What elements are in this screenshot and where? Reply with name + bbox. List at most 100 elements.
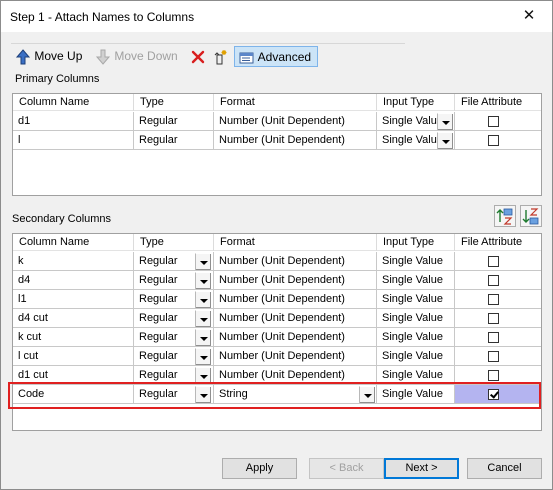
cell-format[interactable]: Number (Unit Dependent) <box>214 112 377 131</box>
advanced-label: Advanced <box>257 50 312 64</box>
cell-input-type[interactable]: Single Value <box>377 328 455 347</box>
primary-grid-header: Column Name Type Format Input Type File … <box>13 94 541 111</box>
cell-type[interactable]: Regular <box>134 309 214 328</box>
table-row[interactable]: k cut Regular Number (Unit Dependent) Singl… <box>13 328 541 347</box>
chevron-down-icon[interactable] <box>195 348 211 365</box>
table-row[interactable]: k Regular Number (Unit Dependent) Single Va… <box>13 252 541 271</box>
delete-button[interactable] <box>191 46 205 67</box>
cell-type[interactable]: Regular <box>134 328 214 347</box>
chevron-down-icon[interactable] <box>195 291 211 308</box>
cell-input-type[interactable]: Single Value <box>377 309 455 328</box>
cell-column-name[interactable]: l <box>13 131 134 150</box>
arrow-up-icon <box>15 49 31 65</box>
chevron-down-icon[interactable] <box>437 113 453 130</box>
move-down-button[interactable]: Move Down <box>95 46 178 67</box>
header-type: Type <box>134 94 214 111</box>
cell-input-type[interactable]: Single Value <box>377 347 455 366</box>
cell-type[interactable]: Regular <box>134 112 214 131</box>
table-row[interactable]: l1 Regular Number (Unit Dependent) Single V… <box>13 290 541 309</box>
table-row[interactable]: d4 Regular Number (Unit Dependent) Single V… <box>13 271 541 290</box>
cell-column-name[interactable]: l1 <box>13 290 134 309</box>
cell-format-value: Number (Unit Dependent) <box>219 350 345 362</box>
cell-input-type-value: Single Value <box>382 274 443 286</box>
arrow-down-icon <box>95 49 111 65</box>
input-type-value: Single Value <box>382 115 443 127</box>
apply-button[interactable]: Apply <box>222 458 297 479</box>
cell-column-name-value: l1 <box>18 293 27 305</box>
cell-input-type-value: Single Value <box>382 369 443 381</box>
cell-column-name[interactable]: k cut <box>13 328 134 347</box>
chevron-down-icon[interactable] <box>437 132 453 149</box>
table-row[interactable]: d4 cut Regular Number (Unit Dependent) Sing… <box>13 309 541 328</box>
cell-input-type-value: Single Value <box>382 293 443 305</box>
toolbar: Move Up Move Down Advanced <box>11 43 405 67</box>
cell-format-value: Number (Unit Dependent) <box>219 369 345 381</box>
file-attribute-checkbox[interactable] <box>488 135 499 146</box>
file-attribute-checkbox[interactable] <box>488 313 499 324</box>
chevron-down-icon[interactable] <box>195 310 211 327</box>
primary-columns-label: Primary Columns <box>15 73 100 85</box>
cell-input-type[interactable]: Single Value <box>377 252 455 271</box>
back-button[interactable]: < Back <box>309 458 384 479</box>
file-attribute-checkbox[interactable] <box>488 351 499 362</box>
file-attribute-checkbox[interactable] <box>488 116 499 127</box>
cell-file-attribute <box>455 309 541 328</box>
cell-format[interactable]: Number (Unit Dependent) <box>214 328 377 347</box>
next-button[interactable]: Next > <box>384 458 459 479</box>
cell-column-name[interactable]: d4 cut <box>13 309 134 328</box>
file-attribute-checkbox[interactable] <box>488 370 499 381</box>
sort-descending-icon <box>522 208 539 225</box>
cell-input-type[interactable]: Single Value <box>377 131 455 150</box>
cell-type[interactable]: Regular <box>134 347 214 366</box>
cell-input-type[interactable]: Single Value <box>377 290 455 309</box>
table-row[interactable]: l cut Regular Number (Unit Dependent) Singl… <box>13 347 541 366</box>
header-column-name: Column Name <box>13 234 134 251</box>
cell-type-value: Regular <box>139 293 178 305</box>
cell-type-value: Regular <box>139 274 178 286</box>
cell-format[interactable]: Number (Unit Dependent) <box>214 271 377 290</box>
table-row[interactable]: l Regular Number (Unit Dependent) Single… <box>13 131 541 150</box>
dialog-title: Step 1 - Attach Names to Columns <box>10 10 195 24</box>
cell-column-name-value: l cut <box>18 350 39 362</box>
file-attribute-checkbox[interactable] <box>488 294 499 305</box>
cell-column-name[interactable]: d1 <box>13 112 134 131</box>
cell-type[interactable]: Regular <box>134 131 214 150</box>
cell-input-type[interactable]: Single Value <box>377 271 455 290</box>
cell-type[interactable]: Regular <box>134 271 214 290</box>
cell-column-name[interactable]: k <box>13 252 134 271</box>
cell-type[interactable]: Regular <box>134 290 214 309</box>
cell-format[interactable]: Number (Unit Dependent) <box>214 347 377 366</box>
cell-format-value: Number (Unit Dependent) <box>219 274 345 286</box>
close-button[interactable]: ✕ <box>506 1 552 32</box>
cell-format[interactable]: Number (Unit Dependent) <box>214 290 377 309</box>
cell-input-type-value: Single Value <box>382 350 443 362</box>
chevron-down-icon[interactable] <box>195 253 211 270</box>
cell-column-name[interactable]: d4 <box>13 271 134 290</box>
new-column-button[interactable] <box>213 46 229 67</box>
advanced-button[interactable]: Advanced <box>234 46 319 67</box>
cell-type[interactable]: Regular <box>134 252 214 271</box>
cell-format-value: Number (Unit Dependent) <box>219 312 345 324</box>
cell-format[interactable]: Number (Unit Dependent) <box>214 309 377 328</box>
file-attribute-checkbox[interactable] <box>488 275 499 286</box>
sort-ascending-button[interactable] <box>494 205 516 227</box>
file-attribute-checkbox[interactable] <box>488 332 499 343</box>
move-up-button[interactable]: Move Up <box>15 46 82 67</box>
table-row[interactable]: d1 Regular Number (Unit Dependent) Singl… <box>13 112 541 131</box>
header-column-name: Column Name <box>13 94 134 111</box>
file-attribute-checkbox[interactable] <box>488 256 499 267</box>
cell-format[interactable]: Number (Unit Dependent) <box>214 131 377 150</box>
cell-input-type[interactable]: Single Value <box>377 112 455 131</box>
cell-file-attribute <box>455 252 541 271</box>
chevron-down-icon[interactable] <box>195 272 211 289</box>
cell-input-type-value: Single Value <box>382 331 443 343</box>
cell-file-attribute <box>455 347 541 366</box>
input-type-value: Single Value <box>382 134 443 146</box>
cell-column-name-value: d4 cut <box>18 312 48 324</box>
cell-format[interactable]: Number (Unit Dependent) <box>214 252 377 271</box>
chevron-down-icon[interactable] <box>195 329 211 346</box>
sort-descending-button[interactable] <box>520 205 542 227</box>
cell-column-name[interactable]: l cut <box>13 347 134 366</box>
new-column-icon <box>214 49 227 65</box>
cancel-button[interactable]: Cancel <box>467 458 542 479</box>
